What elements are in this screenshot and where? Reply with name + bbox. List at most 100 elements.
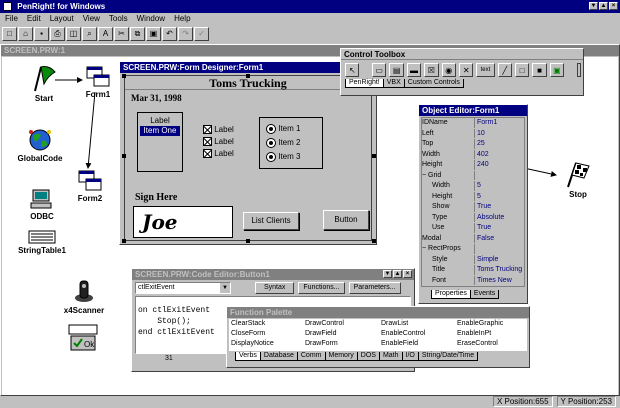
prop-value[interactable]: Simple xyxy=(474,254,524,264)
tab-verbs[interactable]: Verbs xyxy=(235,352,261,361)
stringtable-node[interactable]: StringTable1 xyxy=(14,230,70,255)
label-tool-icon[interactable]: ▭ xyxy=(372,63,387,77)
toolbox-scrollbar[interactable] xyxy=(577,63,582,77)
tab-math[interactable]: Math xyxy=(378,352,403,361)
prop-value[interactable]: 5 xyxy=(474,191,524,201)
function-item[interactable]: EnableInPt xyxy=(457,329,527,339)
radio-selected-icon xyxy=(266,137,276,148)
prop-key: Modal xyxy=(422,234,442,242)
form-button[interactable]: Button xyxy=(323,210,369,230)
prop-value[interactable]: 402 xyxy=(474,149,524,159)
tab-events[interactable]: Events xyxy=(469,290,500,299)
prop-value xyxy=(474,170,524,180)
prop-value[interactable]: Times New xyxy=(474,275,524,285)
tab-io[interactable]: I/O xyxy=(401,352,419,361)
function-item[interactable]: DrawField xyxy=(305,329,381,339)
rect-tool-icon[interactable]: □ xyxy=(514,63,530,77)
function-item[interactable]: CloseForm xyxy=(231,329,305,339)
function-item[interactable]: EnableField xyxy=(381,339,457,349)
checkbox-1[interactable]: Label xyxy=(203,124,234,136)
ink-tool-icon[interactable]: ✕ xyxy=(458,63,474,77)
resize-handle[interactable] xyxy=(246,239,250,243)
odbc-node[interactable]: ODBC xyxy=(22,188,62,221)
prop-value[interactable]: 240 xyxy=(474,160,524,170)
function-item[interactable]: EnableGraphic xyxy=(457,319,527,329)
prop-value[interactable]: True xyxy=(474,202,524,212)
resize-handle[interactable] xyxy=(122,154,126,158)
function-item[interactable]: EnableControl xyxy=(381,329,457,339)
prop-value[interactable]: 5 xyxy=(474,181,524,191)
resize-handle[interactable] xyxy=(372,154,376,158)
tab-memory[interactable]: Memory xyxy=(324,352,358,361)
form2-node[interactable]: Form2 xyxy=(72,170,108,203)
function-item[interactable]: EraseControl xyxy=(457,339,527,349)
prop-value[interactable]: Toms Trucking xyxy=(474,265,524,275)
prop-value xyxy=(474,244,524,254)
ok-control-node[interactable]: Ok xyxy=(68,324,98,352)
checkbox-3[interactable]: Label xyxy=(203,148,234,160)
prop-key: Title xyxy=(432,266,445,273)
text-tool-icon[interactable]: text xyxy=(476,63,495,77)
signature-field[interactable]: Joe xyxy=(133,206,233,238)
line-number: 31 xyxy=(165,355,173,362)
stop-node[interactable]: Stop xyxy=(560,160,596,199)
checkbox-2[interactable]: Label xyxy=(203,136,234,148)
function-item[interactable]: DrawControl xyxy=(305,319,381,329)
resize-handle[interactable] xyxy=(122,74,126,78)
maximize-button[interactable]: ▲ xyxy=(393,270,402,278)
form1-node[interactable]: Form1 xyxy=(80,66,116,99)
tab-comm[interactable]: Comm xyxy=(296,352,326,361)
function-item[interactable]: DrawList xyxy=(381,319,457,329)
radio-item-2[interactable]: Item 2 xyxy=(266,136,316,150)
function-item[interactable]: DisplayNotice xyxy=(231,339,305,349)
odbc-label: ODBC xyxy=(30,212,54,221)
radio-item-3[interactable]: Item 3 xyxy=(266,150,316,164)
globe-icon xyxy=(29,129,51,151)
listbox-selected-item[interactable]: Item One xyxy=(140,126,180,136)
syntax-button[interactable]: Syntax xyxy=(255,282,295,294)
tab-string-date-time[interactable]: String/Date/Time xyxy=(417,352,479,361)
tab-database[interactable]: Database xyxy=(259,352,298,361)
tab-properties[interactable]: Properties xyxy=(431,290,471,299)
x-position: X Position:655 xyxy=(492,396,553,407)
close-button[interactable]: × xyxy=(403,270,412,278)
start-node[interactable]: Start xyxy=(24,64,64,103)
event-select[interactable]: ctlExitEvent ▼ xyxy=(135,282,231,294)
tab-penright[interactable]: PenRight! xyxy=(345,79,384,88)
checkbox-tool-icon[interactable]: ☒ xyxy=(424,63,439,77)
radio-item-1[interactable]: Item 1 xyxy=(266,122,316,136)
function-item[interactable]: DrawForm xyxy=(305,339,381,349)
radio-tool-icon[interactable]: ◉ xyxy=(441,63,456,77)
fill-tool-icon[interactable]: ■ xyxy=(532,63,547,77)
list-clients-button[interactable]: List Clients xyxy=(243,212,299,230)
pointer-tool-icon[interactable]: ↖ xyxy=(345,63,360,77)
prop-value[interactable]: True xyxy=(474,223,524,233)
list-tool-icon[interactable]: ▤ xyxy=(389,63,404,77)
tab-dos[interactable]: DOS xyxy=(356,352,380,361)
minimize-button[interactable]: ▼ xyxy=(383,270,392,278)
line-tool-icon[interactable]: ╱ xyxy=(497,63,512,77)
prop-value[interactable]: 25 xyxy=(474,139,524,149)
function-item[interactable]: ClearStack xyxy=(231,319,305,329)
chevron-down-icon[interactable]: ▼ xyxy=(220,283,230,293)
globalcode-node[interactable]: GlobalCode xyxy=(12,128,68,163)
checkered-flag-icon xyxy=(567,162,590,188)
resize-handle[interactable] xyxy=(246,74,250,78)
listbox-control[interactable]: Label Item One xyxy=(137,112,183,172)
resize-handle[interactable] xyxy=(122,239,126,243)
prop-value[interactable]: 10 xyxy=(474,128,524,138)
prop-value[interactable]: False xyxy=(474,233,524,243)
x4scanner-node[interactable]: x4Scanner xyxy=(60,278,108,315)
prop-value[interactable]: Absolute xyxy=(474,212,524,222)
button-tool-icon[interactable]: ▬ xyxy=(406,63,422,77)
image-tool-icon[interactable]: ▣ xyxy=(549,63,565,77)
parameters-button[interactable]: Parameters... xyxy=(348,282,401,294)
prop-value[interactable]: Form1 xyxy=(474,118,524,128)
tab-custom-controls[interactable]: Custom Controls xyxy=(403,79,464,88)
tab-vbx[interactable]: VBX xyxy=(382,79,405,88)
prop-group-toggle[interactable]: − RectProps xyxy=(422,244,474,254)
prop-group-toggle[interactable]: − Grid xyxy=(422,171,474,181)
resize-handle[interactable] xyxy=(372,239,376,243)
functions-button[interactable]: Functions... xyxy=(298,282,345,294)
start-label: Start xyxy=(34,94,54,103)
